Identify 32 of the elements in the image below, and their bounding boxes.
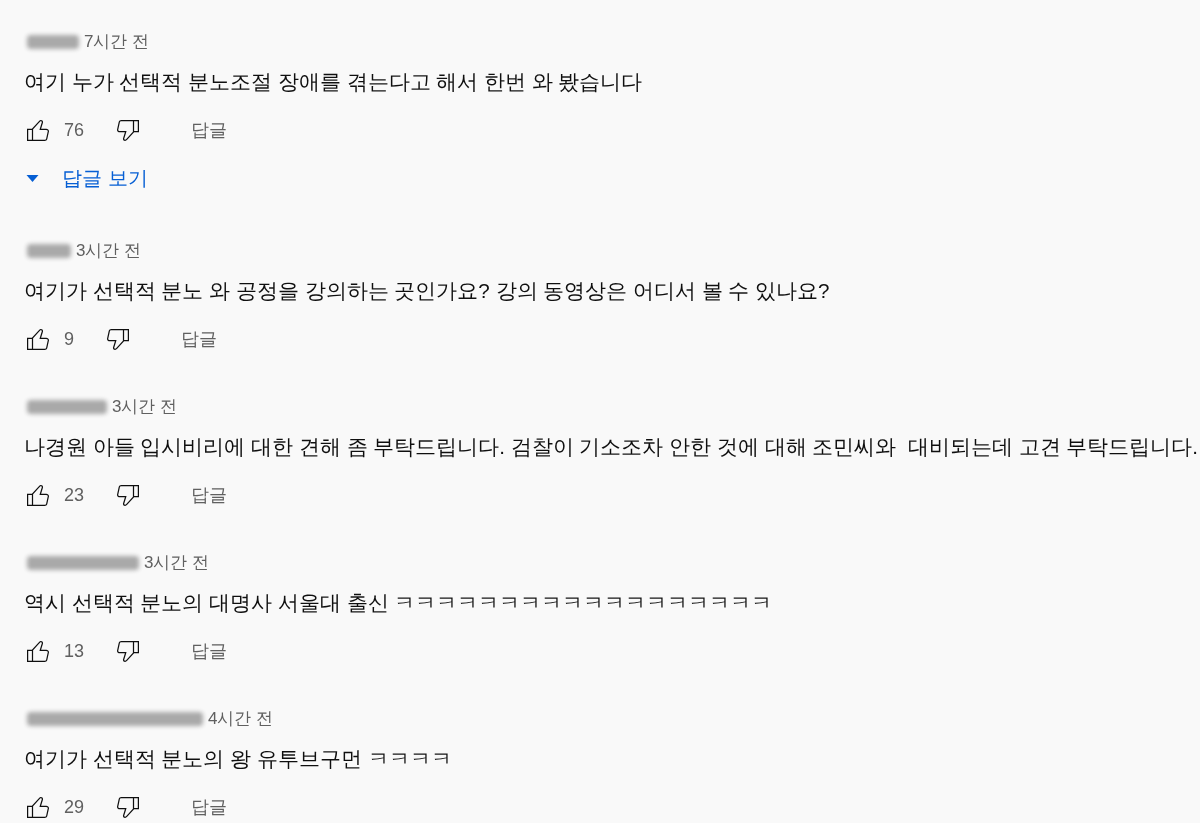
comment-text: 여기 누가 선택적 분노조절 장애를 겪는다고 해서 한번 와 봤습니다 [24, 69, 643, 95]
like-count: 76 [64, 118, 85, 142]
comment-text: 역시 선택적 분노의 대명사 서울대 출신 ㅋㅋㅋㅋㅋㅋㅋㅋㅋㅋㅋㅋㅋㅋㅋㅋㅋㅋ [24, 590, 773, 616]
reply-button[interactable]: 답글 [165, 321, 233, 357]
thumbs-up-icon [27, 119, 49, 141]
reply-button[interactable]: 답글 [175, 633, 244, 669]
comment-text: 여기가 선택적 분노의 왕 유투브구먼 ㅋㅋㅋㅋ [24, 746, 452, 772]
thumbs-up-icon [27, 328, 49, 350]
comment-time: 4시간 전 [208, 708, 274, 730]
like-count: 29 [64, 795, 85, 819]
comment-time: 3시간 전 [144, 552, 210, 574]
like-count: 13 [64, 639, 85, 663]
reply-button[interactable]: 답글 [175, 477, 244, 513]
comment-time: 3시간 전 [76, 240, 142, 262]
thumbs-down-icon [117, 484, 140, 506]
thumbs-down-icon [117, 119, 140, 141]
thumbs-up-icon [27, 484, 49, 506]
thumbs-up-icon [27, 640, 49, 662]
comment-text: 나경원 아들 입시비리에 대한 견해 좀 부탁드립니다. 검찰이 기소조차 안한 것에 대해 조민씨와 대비되는데 고견 부탁드립니다. [24, 434, 1198, 460]
thumbs-up-icon [27, 796, 49, 818]
like-count: 23 [64, 483, 85, 507]
thumbs-down-icon [117, 796, 140, 818]
view-replies-button[interactable]: 답글 보기 [24, 160, 148, 196]
comment-text: 여기가 선택적 분노 와 공정을 강의하는 곳인가요? 강의 동영상은 어디서 볼 수 있나요? [24, 278, 830, 304]
like-count: 9 [64, 327, 74, 351]
reply-button[interactable]: 답글 [175, 112, 244, 148]
reply-button[interactable]: 답글 [175, 789, 244, 823]
caret-icon [26, 174, 39, 182]
comment-time: 3시간 전 [112, 396, 178, 418]
thumbs-down-icon [117, 640, 140, 662]
thumbs-down-icon [107, 328, 129, 350]
comment-time: 7시간 전 [84, 31, 150, 53]
